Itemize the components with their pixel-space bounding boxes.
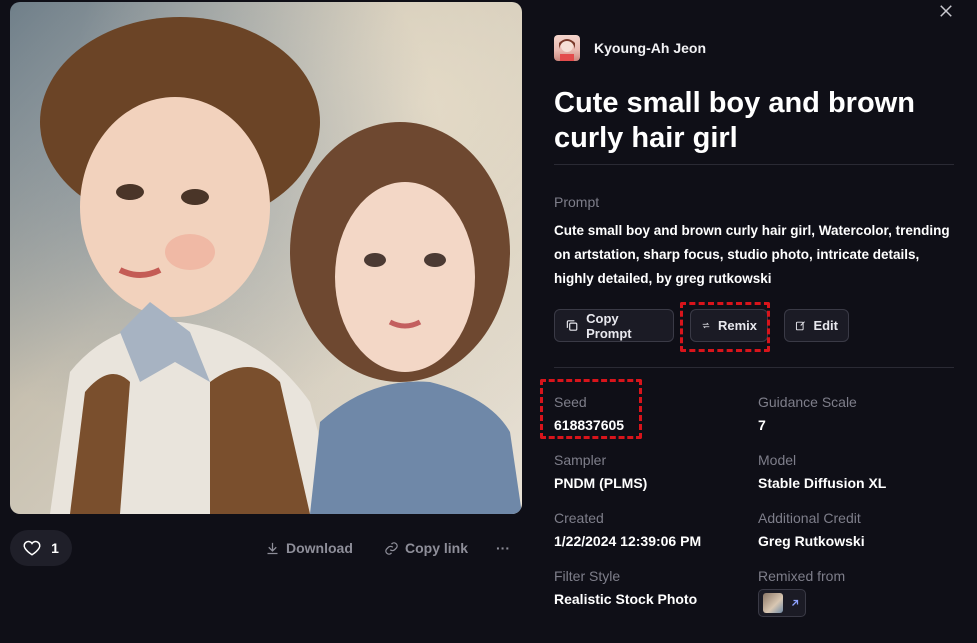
copy-link-label: Copy link (405, 540, 469, 556)
author-name: Kyoung-Ah Jeon (594, 40, 706, 56)
page-title: Cute small boy and brown curly hair girl (554, 86, 954, 165)
seed-highlight-box (540, 379, 642, 439)
copy-prompt-button[interactable]: Copy Prompt (554, 309, 674, 342)
edit-label: Edit (813, 318, 838, 333)
heart-icon (23, 540, 41, 556)
credit-value: Greg Rutkowski (758, 533, 865, 549)
link-icon (385, 541, 398, 555)
download-icon (267, 542, 278, 554)
copy-icon (566, 320, 578, 331)
generated-image[interactable] (10, 2, 522, 514)
sampler-value: PNDM (PLMS) (554, 475, 648, 491)
artwork-illustration (40, 17, 522, 514)
download-button[interactable]: Download (265, 540, 353, 556)
credit-label: Additional Credit (758, 510, 861, 526)
created-value: 1/22/2024 12:39:06 PM (554, 533, 702, 549)
more-options-button[interactable]: ··· (496, 540, 510, 556)
like-count: 1 (51, 540, 59, 556)
edit-button[interactable]: Edit (784, 309, 849, 342)
filter-label: Filter Style (554, 568, 621, 584)
close-icon[interactable] (937, 2, 955, 20)
section-divider (554, 367, 954, 368)
guidance-field: Guidance Scale 7 (758, 394, 857, 433)
download-label: Download (286, 540, 353, 556)
model-value: Stable Diffusion XL (758, 475, 887, 491)
more-icon: ··· (496, 540, 510, 556)
sampler-label: Sampler (554, 452, 607, 468)
model-field: Model Stable Diffusion XL (758, 452, 886, 491)
author-link[interactable]: Kyoung-Ah Jeon (554, 35, 706, 61)
prompt-text: Cute small boy and brown curly hair girl… (554, 223, 950, 286)
credit-field: Additional Credit Greg Rutkowski (758, 510, 865, 549)
filter-field: Filter Style Realistic Stock Photo (554, 568, 697, 607)
like-button[interactable]: 1 (10, 530, 72, 566)
copy-link-button[interactable]: Copy link (384, 540, 468, 556)
guidance-value: 7 (758, 417, 766, 433)
arrow-up-right-icon (792, 599, 799, 606)
remixed-field: Remixed from (758, 568, 845, 586)
edit-icon (795, 321, 805, 331)
created-label: Created (554, 510, 604, 526)
created-field: Created 1/22/2024 12:39:06 PM (554, 510, 701, 549)
remixed-label: Remixed from (758, 568, 846, 584)
guidance-label: Guidance Scale (758, 394, 857, 410)
remixed-from-link[interactable] (758, 589, 806, 617)
remixed-thumbnail (763, 593, 783, 613)
model-label: Model (758, 452, 797, 468)
filter-value: Realistic Stock Photo (554, 591, 698, 607)
avatar (554, 35, 580, 61)
remix-highlight-box (680, 302, 770, 352)
sampler-field: Sampler PNDM (PLMS) (554, 452, 647, 491)
prompt-label: Prompt (554, 194, 600, 210)
copy-prompt-label: Copy Prompt (586, 310, 632, 341)
